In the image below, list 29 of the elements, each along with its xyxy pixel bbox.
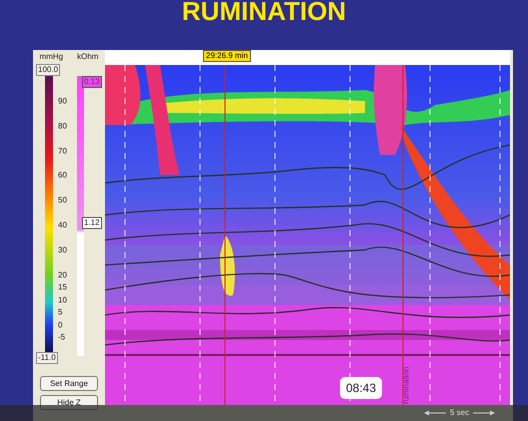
pressure-spot <box>220 235 235 296</box>
right-arrow-icon <box>473 410 496 416</box>
time-marker: 29:26.9 min <box>203 50 251 62</box>
event-label: rumination <box>401 365 411 406</box>
scale-tick: 20 <box>58 270 67 280</box>
time-tooltip: 08:43 <box>340 377 382 399</box>
slide-title: RUMINATION <box>180 0 348 25</box>
scale-tick: 5 <box>58 308 62 317</box>
time-scale-label: 5 sec <box>450 408 470 417</box>
max-value: 100.0 <box>36 64 60 76</box>
scale-tick: 50 <box>58 196 67 205</box>
scale-tick: 10 <box>58 295 67 304</box>
scale-tick: 60 <box>58 170 67 180</box>
panel-button[interactable]: Set Range <box>40 376 98 391</box>
scale-tick: 70 <box>58 146 67 156</box>
impedance-bottom-value: 1.12 <box>82 217 102 229</box>
impedance-top-value: 0.13 <box>82 76 102 88</box>
left-arrow-icon <box>424 410 446 416</box>
min-value: -11.0 <box>36 352 58 364</box>
scale-tick: -5 <box>58 332 66 342</box>
contraction-spike <box>105 65 140 125</box>
scale-tick: 90 <box>58 96 67 106</box>
scale-tick: 30 <box>58 246 67 255</box>
impedance-unit: kOhm <box>77 52 98 60</box>
scale-tick: 40 <box>58 220 67 230</box>
scale-tick: 0 <box>58 320 62 330</box>
pressure-unit: mmHg <box>40 52 64 60</box>
scale-tick: 80 <box>58 121 67 130</box>
scale-tick: 15 <box>58 282 67 292</box>
